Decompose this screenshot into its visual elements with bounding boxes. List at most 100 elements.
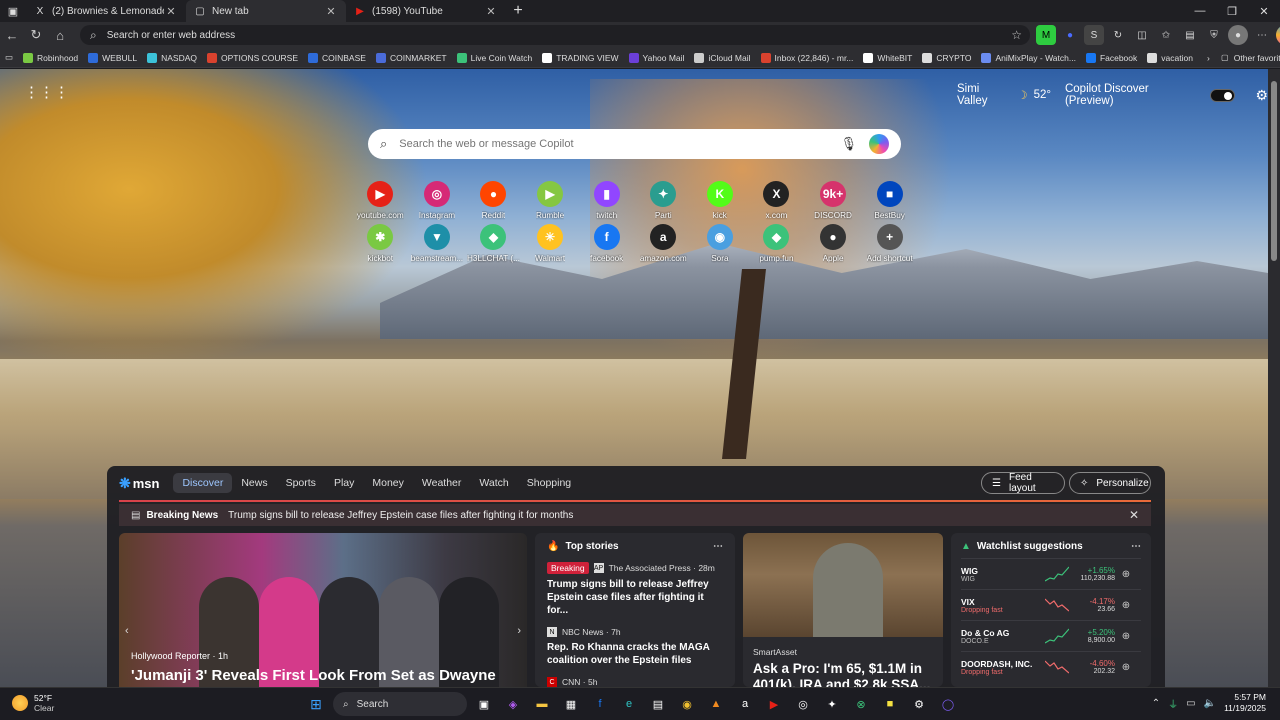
favorite-star-icon[interactable]: ☆ <box>1011 28 1022 42</box>
add-to-watchlist-icon[interactable]: ⊕ <box>1119 662 1133 673</box>
story-headline[interactable]: Rep. Ro Khanna cracks the MAGA coalition… <box>547 641 723 667</box>
youtube-app-icon[interactable]: ▶ <box>762 692 786 716</box>
app-icon[interactable]: ✦ <box>820 692 844 716</box>
bookmark-item[interactable]: COINBASE <box>303 52 371 63</box>
tab-actions-icon[interactable]: ▣ <box>0 0 26 22</box>
copilot-discover-toggle[interactable] <box>1210 88 1236 102</box>
close-tab-icon[interactable]: ✕ <box>164 5 178 18</box>
amazon-icon[interactable]: a <box>733 692 757 716</box>
bookmark-item[interactable]: Robinhood <box>18 52 83 63</box>
watchlist-row[interactable]: DOORDASH, INC. Dropping fast -4.60% 202.32 ⊕ <box>961 651 1141 682</box>
calculator-icon[interactable]: ▤ <box>646 692 670 716</box>
restore-icon[interactable]: ❐ <box>1216 0 1248 22</box>
favorites-icon[interactable]: ✩ <box>1156 25 1176 45</box>
msn-logo[interactable]: ❋ msn <box>119 475 159 492</box>
more-icon[interactable]: ⋯ <box>713 541 723 552</box>
msn-tab[interactable]: News <box>232 473 276 493</box>
shortcut-tile[interactable]: ◉ Sora <box>692 224 749 263</box>
app-icon[interactable]: ◯ <box>936 692 960 716</box>
add-to-watchlist-icon[interactable]: ⊕ <box>1119 600 1133 611</box>
close-tab-icon[interactable]: ✕ <box>484 5 498 18</box>
windows-start-icon[interactable]: ⊞ <box>304 692 328 716</box>
bookmark-item[interactable]: Facebook <box>1081 52 1142 63</box>
weather-location[interactable]: Simi Valley <box>957 83 1011 107</box>
collections-icon[interactable]: ▤ <box>1180 25 1200 45</box>
msn-tab[interactable]: Shopping <box>518 473 580 493</box>
microphone-icon[interactable]: 🎙 <box>840 136 857 152</box>
tab-new[interactable]: ▢ New tab ✕ <box>186 0 346 22</box>
shortcut-tile[interactable]: ▶ youtube.com <box>352 181 409 220</box>
shortcut-tile[interactable]: + Add shortcut <box>861 224 918 263</box>
tab-x[interactable]: X (2) Brownies & Lemonade 🍫🍋 on X ✕ <box>26 0 186 22</box>
bookmark-item[interactable]: iCloud Mail <box>689 52 755 63</box>
shortcut-tile[interactable]: f facebook <box>578 224 635 263</box>
chevron-right-icon[interactable]: › <box>517 625 521 637</box>
shortcut-tile[interactable]: ▶ Rumble <box>522 181 579 220</box>
shortcut-tile[interactable]: ◆ pump.fun <box>748 224 805 263</box>
file-explorer-icon[interactable]: ▬ <box>530 692 554 716</box>
story-card[interactable]: SmartAsset Ask a Pro: I'm 65, $1.1M in 4… <box>743 533 943 687</box>
hero-story[interactable]: ‹ › Hollywood Reporter · 1h 'Jumanji 3' … <box>119 533 527 687</box>
favorites-bar-icon[interactable]: ▭ <box>0 52 18 63</box>
personalize-button[interactable]: ✧ Personalize <box>1069 472 1151 494</box>
copilot-icon[interactable] <box>1276 25 1280 45</box>
refresh-icon[interactable]: ↻ <box>24 27 48 43</box>
shortcut-tile[interactable]: ● Reddit <box>465 181 522 220</box>
breaking-text[interactable]: Trump signs bill to release Jeffrey Epst… <box>228 510 573 521</box>
shortcut-tile[interactable]: ◆ H3LLCHAT (... <box>465 224 522 263</box>
shortcut-tile[interactable]: ▮ twitch <box>578 181 635 220</box>
gear-icon[interactable]: ⚙ <box>1255 87 1268 104</box>
msn-tab[interactable]: Discover <box>173 473 233 493</box>
extension-circle-icon[interactable]: ● <box>1060 25 1080 45</box>
bookmark-item[interactable]: WEBULL <box>83 52 142 63</box>
volume-icon[interactable]: 🔈 <box>1204 698 1216 709</box>
profile-avatar[interactable]: ● <box>1228 25 1248 45</box>
extension-m-icon[interactable]: M <box>1036 25 1056 45</box>
bookmark-item[interactable]: Live Coin Watch <box>452 52 538 63</box>
split-screen-icon[interactable]: ◫ <box>1132 25 1152 45</box>
msn-tab[interactable]: Sports <box>277 473 325 493</box>
close-tab-icon[interactable]: ✕ <box>324 5 338 18</box>
story-headline[interactable]: 'Jumanji 3' Reveals First Look From Set … <box>131 667 496 684</box>
more-menu-icon[interactable]: ⋯ <box>1252 25 1272 45</box>
settings-icon[interactable]: ⚙ <box>907 692 931 716</box>
add-to-watchlist-icon[interactable]: ⊕ <box>1119 569 1133 580</box>
breaking-news-bar[interactable]: ▤ Breaking News Trump signs bill to rele… <box>119 504 1151 526</box>
shortcut-tile[interactable]: 9k+ DISCORD <box>805 181 862 220</box>
address-bar[interactable]: ⌕ Search or enter web address ☆ <box>80 25 1030 45</box>
sync-icon[interactable]: ↻ <box>1108 25 1128 45</box>
msn-tab[interactable]: Watch <box>470 473 517 493</box>
network-icon[interactable]: ▭ <box>1186 698 1195 709</box>
copilot-app-icon[interactable]: ◈ <box>501 692 525 716</box>
search-input[interactable] <box>399 138 841 150</box>
clock[interactable]: 5:57 PM 11/19/2025 <box>1224 692 1266 714</box>
shortcut-tile[interactable]: ✦ Parti <box>635 181 692 220</box>
chevron-up-icon[interactable]: ⌃ <box>1152 698 1160 709</box>
close-window-icon[interactable]: ✕ <box>1248 0 1280 22</box>
edge-icon[interactable]: e <box>617 692 641 716</box>
shortcut-tile[interactable]: ● Apple <box>805 224 862 263</box>
bookmark-item[interactable]: AniMixPlay - Watch... <box>976 52 1080 63</box>
security-icon[interactable]: ⛨ <box>1204 25 1224 45</box>
bookmark-item[interactable]: WhiteBIT <box>858 52 917 63</box>
home-icon[interactable]: ⌂ <box>48 28 72 43</box>
watchlist-row[interactable]: WIG WIG +1.65% 110,230.88 ⊕ <box>961 558 1141 589</box>
scrollbar-thumb[interactable] <box>1271 81 1277 261</box>
shortcut-tile[interactable]: Kkick <box>692 181 749 220</box>
story-headline[interactable]: Ask a Pro: I'm 65, $1.1M in 401(k), IRA … <box>743 657 943 687</box>
shortcut-tile[interactable]: a amazon.com <box>635 224 692 263</box>
back-icon[interactable]: ← <box>0 28 24 43</box>
feed-layout-button[interactable]: ☰ Feed layout <box>981 472 1065 494</box>
msn-tab[interactable]: Play <box>325 473 363 493</box>
xbox-icon[interactable]: ⊗ <box>849 692 873 716</box>
bookmark-item[interactable]: Yahoo Mail <box>624 52 690 63</box>
watchlist-row[interactable]: VIX Dropping fast -4.17% 23.66 ⊕ <box>961 589 1141 620</box>
bookmark-item[interactable]: TRADING VIEW <box>537 52 623 63</box>
scrollbar[interactable] <box>1268 69 1280 687</box>
sticky-notes-icon[interactable]: ■ <box>878 692 902 716</box>
bookmark-item[interactable]: NASDAQ <box>142 52 202 63</box>
shortcut-tile[interactable]: ■ BestBuy <box>861 181 918 220</box>
bookmark-item[interactable]: CRYPTO <box>917 52 976 63</box>
bookmark-item[interactable]: COINMARKET <box>371 52 452 63</box>
other-favorites[interactable]: ▢ Other favorites <box>1215 53 1280 63</box>
